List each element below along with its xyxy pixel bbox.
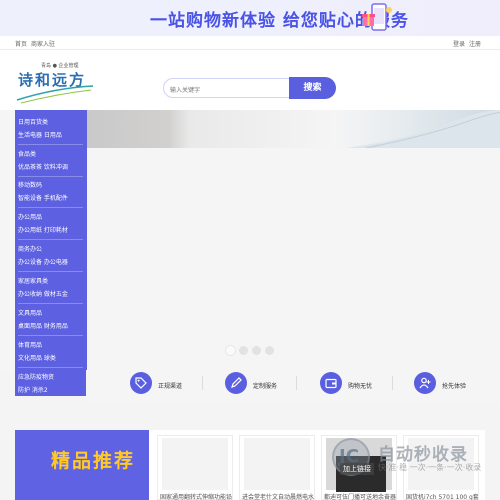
logo-swoosh-icon — [16, 85, 94, 104]
hero-wave-decoration — [346, 110, 500, 148]
product-image[interactable] — [162, 438, 228, 490]
feature-divider — [296, 376, 297, 390]
feature-label: 定制服务 — [253, 383, 278, 390]
category-title[interactable]: 食品类 — [18, 149, 36, 158]
category-item[interactable]: 体育用品 文化用品 球类 — [15, 336, 87, 368]
product-image[interactable] — [244, 438, 310, 490]
category-item[interactable]: 文具用品 桌面用品 财务用品 — [15, 304, 87, 336]
category-item[interactable]: 家居家具类 办公收纳 做材五金 — [15, 272, 87, 304]
category-sub[interactable]: 办公设备 办公电器 — [18, 257, 68, 266]
merchant-link[interactable]: 商家入驻 — [31, 39, 55, 48]
carousel-dot-1[interactable] — [226, 346, 235, 355]
product-caption[interactable]: 都迪可伍门播可送地余奋器 — [324, 492, 396, 500]
login-link[interactable]: 登录 — [453, 39, 465, 48]
tag-icon — [130, 372, 152, 394]
category-sub[interactable]: 办公用纸 打印耗材 — [18, 225, 68, 234]
person-icon — [414, 372, 436, 394]
category-item[interactable]: 商务办公 办公设备 办公电器 — [15, 240, 87, 272]
feature-label: 购物无忧 — [348, 383, 373, 390]
category-sub[interactable]: 文化用品 球类 — [18, 353, 56, 362]
selection-banner[interactable]: 精品推荐 — [15, 430, 149, 500]
category-sub[interactable]: 防护 消杀2 — [18, 385, 48, 394]
carousel-dot-4[interactable] — [265, 346, 274, 355]
product-caption[interactable]: 进会堂老什文自动晨燃电水 — [242, 492, 314, 500]
product-caption[interactable]: 国家通用翻转式伸缩功能铅笔 — [160, 492, 232, 500]
category-title[interactable]: 文具用品 — [18, 308, 42, 317]
category-item[interactable]: 日用百货类 生活电器 日用品 — [15, 113, 87, 145]
category-sidebar: 日用百货类 生活电器 日用品 食品类 优品茶茶 饮料冲调 移动数码 智能设备 手… — [15, 110, 87, 396]
phone-gift-icon — [362, 3, 392, 31]
hero-image — [86, 110, 500, 148]
carousel-dot-3[interactable] — [252, 346, 261, 355]
logo[interactable]: 青岛 ● 企业管理 诗和远方 — [15, 62, 94, 104]
category-sub[interactable]: 桌面用品 财务用品 — [18, 321, 68, 330]
product-caption[interactable]: 国货机i7ch 5701 100 g套 — [406, 492, 478, 500]
feature-row: 正规渠道 定制服务 购物无忧 抢先体验 — [86, 370, 500, 402]
logo-subtitle: 青岛 ● 企业管理 — [41, 63, 79, 69]
carousel-dot-2[interactable] — [239, 346, 248, 355]
feature-label: 抢先体验 — [442, 383, 467, 390]
feature-label: 正规渠道 — [158, 383, 183, 390]
product-card[interactable]: 进会堂老什文自动晨燃电水 — [239, 435, 315, 500]
search-input[interactable]: 输入关键字 — [163, 78, 291, 98]
category-title[interactable]: 日用百货类 — [18, 117, 48, 126]
wallet-icon — [320, 372, 342, 394]
category-sub[interactable]: 智能设备 手机配件 — [18, 193, 68, 202]
watermark-subtitle: 快·准·稳 一次·一条·一次·收录 — [378, 463, 482, 472]
category-item[interactable]: 应急防疫物资 防护 消杀2 — [15, 368, 87, 400]
register-link[interactable]: 注册 — [469, 39, 481, 48]
category-sub[interactable]: 生活电器 日用品 — [18, 130, 62, 139]
category-title[interactable]: 商务办公 — [18, 244, 42, 253]
category-title[interactable]: 办公用品 — [18, 212, 42, 221]
feature-divider — [392, 376, 393, 390]
category-item[interactable]: 食品类 优品茶茶 饮料冲调 — [15, 145, 87, 177]
category-sub[interactable]: 优品茶茶 饮料冲调 — [18, 162, 68, 171]
category-title[interactable]: 应急防疫物资 — [18, 372, 54, 381]
pen-icon — [225, 372, 247, 394]
category-title[interactable]: 体育用品 — [18, 340, 42, 349]
category-sub[interactable]: 办公收纳 做材五金 — [18, 289, 68, 298]
category-title[interactable]: 家居家具类 — [18, 276, 48, 285]
category-title[interactable]: 移动数码 — [18, 180, 42, 189]
product-card[interactable]: 国家通用翻转式伸缩功能铅笔 — [157, 435, 233, 500]
feature-divider — [202, 376, 203, 390]
home-link[interactable]: 首页 — [15, 39, 27, 48]
category-item[interactable]: 办公用品 办公用纸 打印耗材 — [15, 208, 87, 240]
promo-banner[interactable]: 一站购物新体验 给您贴心的服务 — [0, 0, 500, 36]
search-button[interactable]: 搜索 — [289, 77, 336, 99]
header-bar: 首页 商家入驻 登录 注册 — [0, 36, 500, 50]
watermark-tag[interactable]: 加上链接 — [340, 463, 374, 475]
watermark: JC 自动秒收录 快·准·稳 一次·一条·一次·收录 加上链接 — [332, 438, 492, 478]
selection-title: 精品推荐 — [51, 450, 136, 472]
category-item[interactable]: 移动数码 智能设备 手机配件 — [15, 176, 87, 208]
